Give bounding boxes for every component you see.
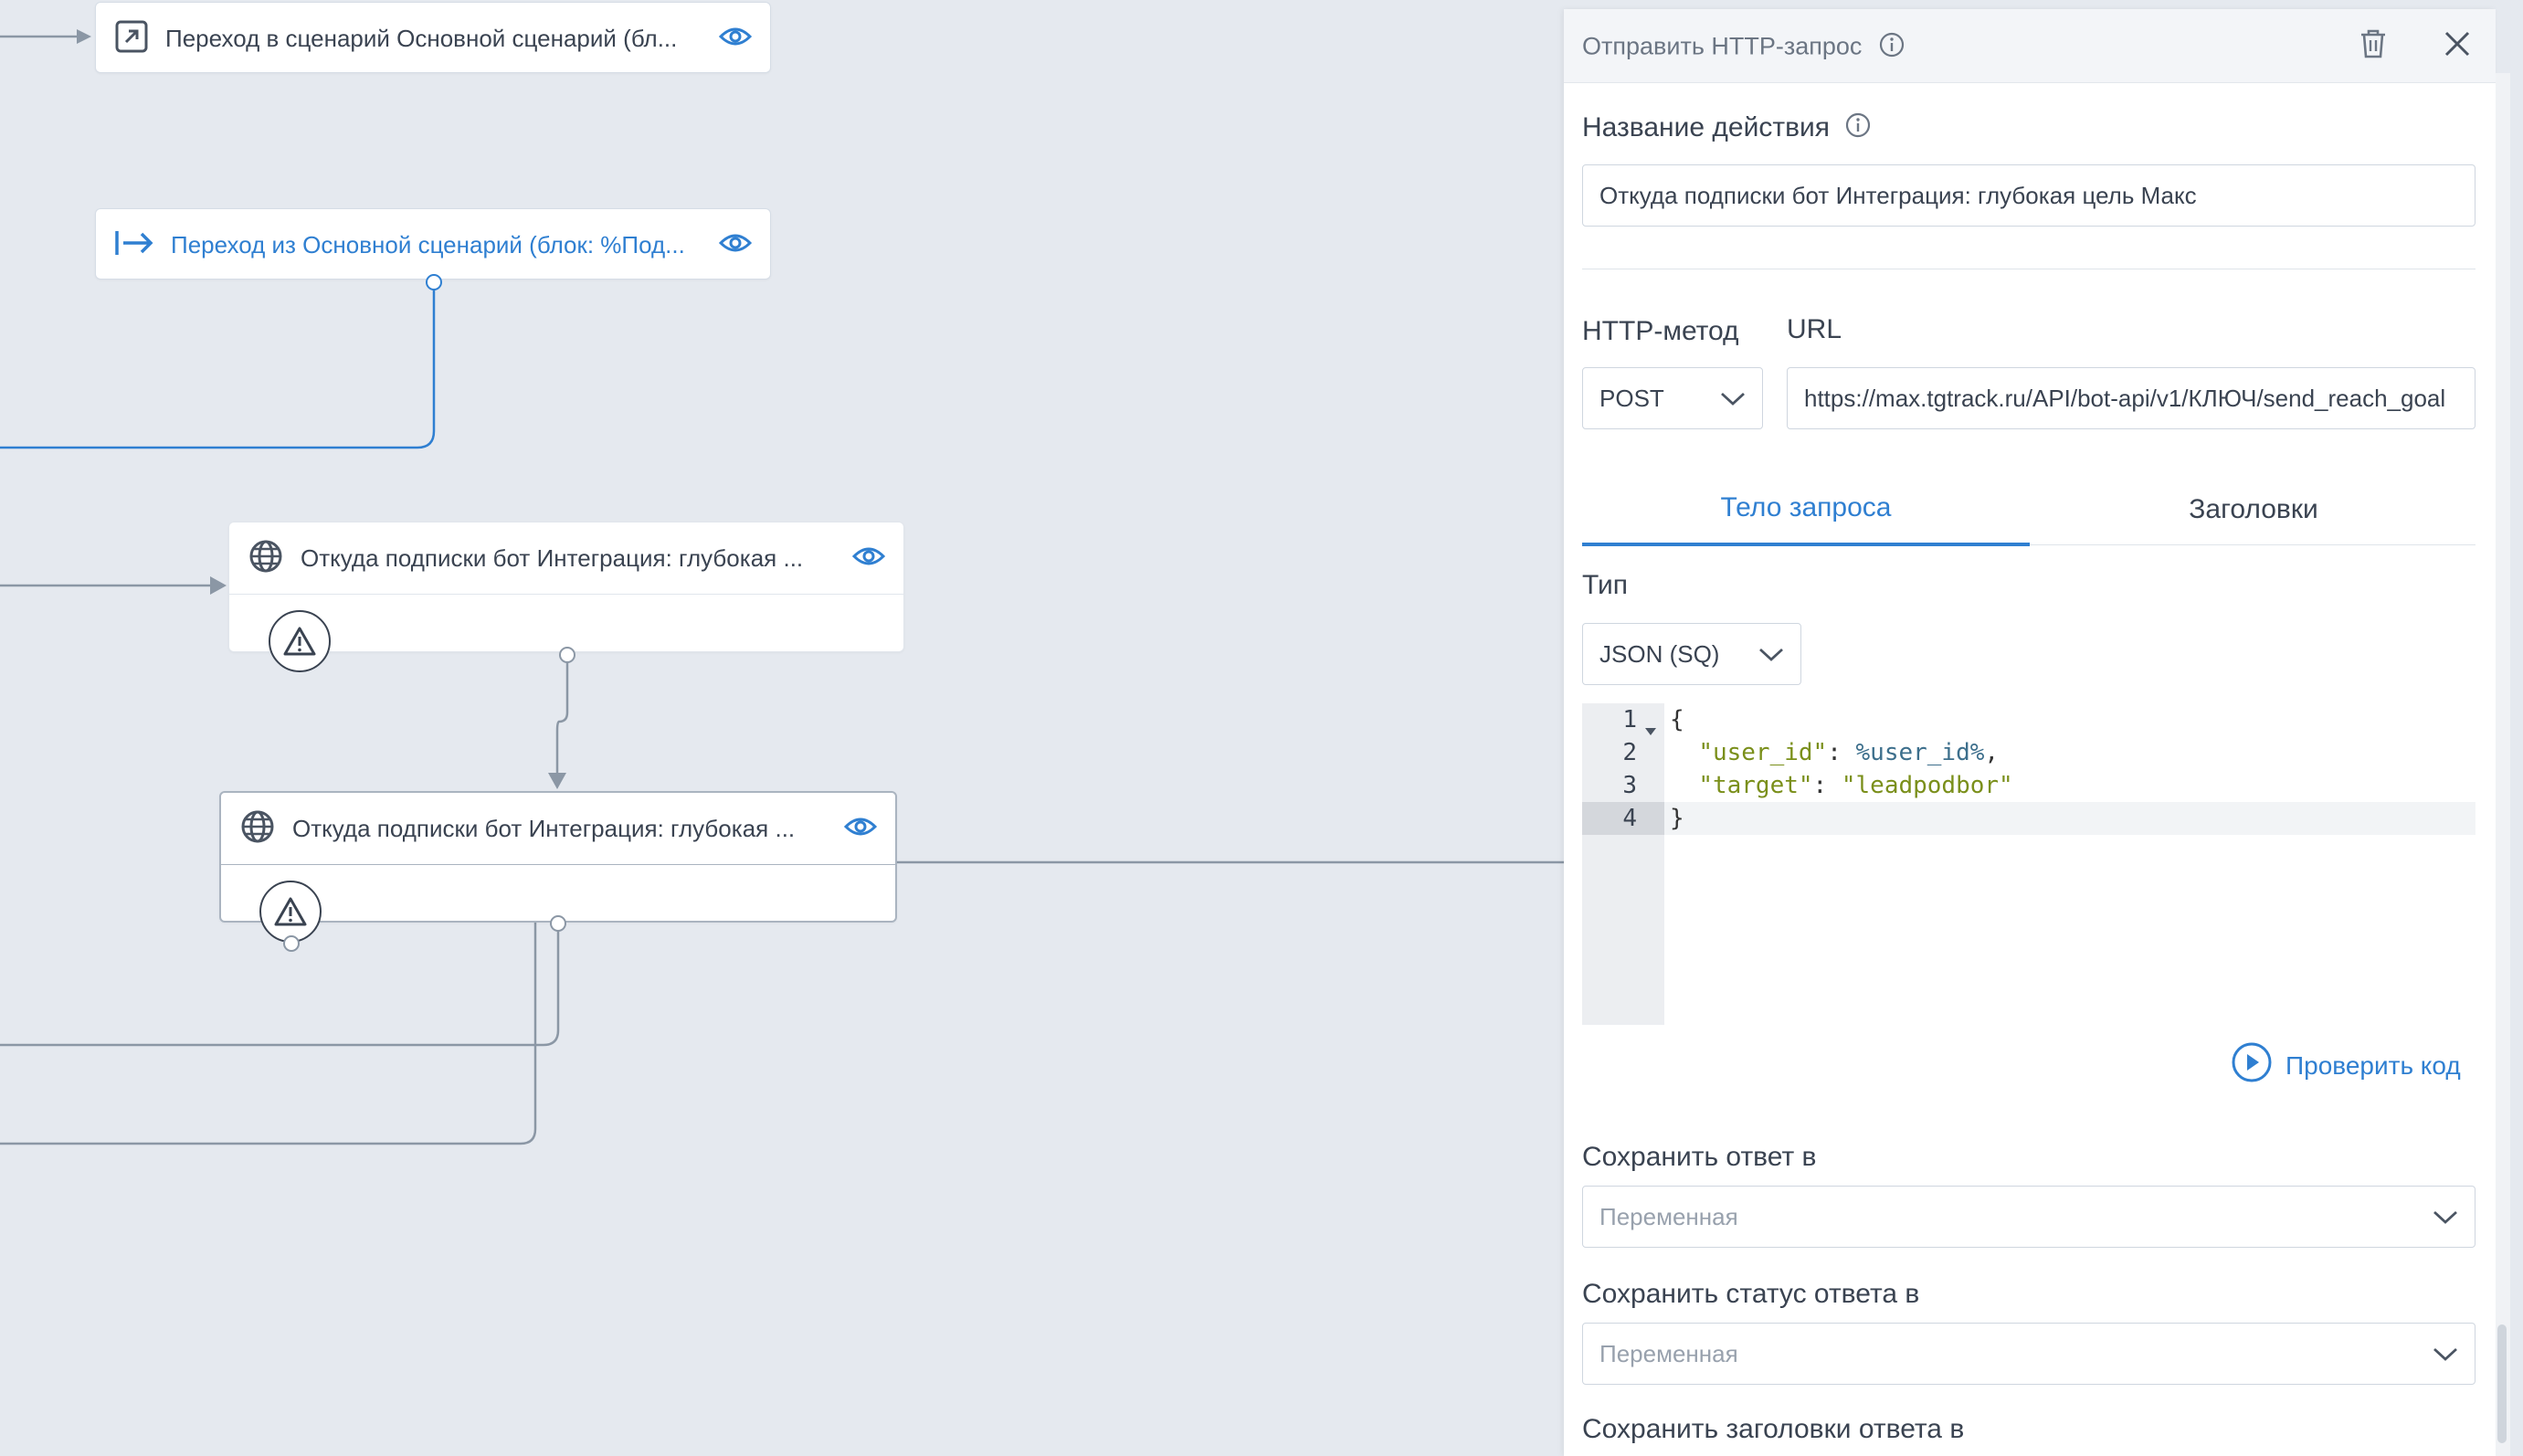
current-line-highlight (1664, 802, 2475, 835)
close-button[interactable] (2437, 26, 2477, 66)
http-method-label: HTTP-метод (1582, 316, 1739, 346)
code-line: "user_id": %user_id%, (1698, 739, 2000, 766)
http-method-select[interactable]: POST (1582, 367, 1763, 429)
flow-node-http-request-selected[interactable]: Откуда подписки бот Интеграция: глубокая… (219, 791, 897, 923)
node-title: Переход в сценарий Основной сценарий (бл… (165, 24, 678, 52)
output-port[interactable] (426, 274, 442, 290)
info-icon[interactable] (1878, 31, 1905, 65)
save-headers-label: Сохранить заголовки ответа в (1582, 1414, 1965, 1444)
node-title: Откуда подписки бот Интеграция: глубокая… (292, 814, 796, 842)
eye-icon[interactable] (718, 26, 753, 52)
output-port[interactable] (559, 647, 575, 663)
flow-node-jump-out[interactable]: Переход из Основной сценарий (блок: %Под… (95, 208, 771, 280)
check-code-label: Проверить код (2285, 1050, 2461, 1080)
code-line: { (1670, 706, 1684, 733)
save-response-select[interactable]: Переменная (1582, 1186, 2475, 1248)
url-input[interactable]: https://max.tgtrack.ru/API/bot-api/v1/КЛ… (1787, 367, 2475, 429)
delete-button[interactable] (2353, 26, 2393, 66)
panel-scrollbar[interactable] (2496, 73, 2510, 1456)
flow-node-jump-in[interactable]: Переход в сценарий Основной сценарий (бл… (95, 2, 771, 73)
action-name-input[interactable]: Откуда подписки бот Интеграция: глубокая… (1582, 164, 2475, 227)
close-icon (2444, 30, 2471, 62)
jump-out-icon (114, 227, 154, 263)
output-port[interactable] (283, 935, 300, 952)
tab-request-body[interactable]: Тело запроса (1582, 473, 2030, 546)
fold-arrow-icon[interactable] (1644, 715, 1657, 743)
globe-icon (239, 808, 276, 849)
line-number: 3 (1622, 772, 1637, 799)
save-status-label: Сохранить статус ответа в (1582, 1279, 1920, 1309)
warning-icon[interactable] (259, 881, 322, 943)
scrollbar-thumb[interactable] (2497, 1324, 2507, 1443)
save-response-label: Сохранить ответ в (1582, 1142, 1817, 1172)
line-number: 4 (1582, 802, 1664, 835)
trash-icon (2359, 28, 2388, 64)
code-line: "target": "leadpodbor" (1698, 772, 2013, 799)
panel-title: Отправить HTTP-запрос (1582, 32, 1863, 60)
eye-icon[interactable] (718, 232, 753, 258)
type-label: Тип (1582, 570, 1629, 600)
play-icon (2231, 1041, 2273, 1090)
url-label: URL (1787, 314, 1842, 344)
code-line: } (1670, 805, 1684, 832)
panel-header: Отправить HTTP-запрос (1564, 9, 2496, 83)
node-title: Откуда подписки бот Интеграция: глубокая… (301, 543, 804, 572)
tab-headers[interactable]: Заголовки (2030, 473, 2477, 546)
globe-icon (248, 538, 284, 579)
chevron-down-icon (2433, 1203, 2458, 1231)
jump-in-icon (114, 19, 149, 58)
eye-icon[interactable] (851, 545, 886, 572)
chevron-down-icon (2433, 1340, 2458, 1368)
info-icon[interactable] (1844, 111, 1872, 146)
node-title: Переход из Основной сценарий (блок: %Под… (171, 230, 685, 258)
check-code-button[interactable]: Проверить код (2231, 1041, 2461, 1090)
code-editor[interactable]: 1 2 3 4 { "user_id": %user_id%, "target"… (1582, 703, 2475, 1025)
action-name-label: Название действия (1582, 111, 1872, 146)
save-status-select[interactable]: Переменная (1582, 1323, 2475, 1385)
flow-canvas[interactable]: Переход в сценарий Основной сценарий (бл… (0, 0, 1564, 1456)
warning-icon[interactable] (269, 610, 331, 672)
http-request-panel: Отправить HTTP-запрос Название действия … (1564, 9, 2496, 1456)
eye-icon[interactable] (843, 816, 878, 842)
chevron-down-icon (1758, 640, 1784, 669)
flow-node-http-request[interactable]: Откуда подписки бот Интеграция: глубокая… (228, 522, 904, 652)
output-port[interactable] (550, 915, 566, 932)
chevron-down-icon (1720, 385, 1746, 413)
body-type-select[interactable]: JSON (SQ) (1582, 623, 1801, 685)
